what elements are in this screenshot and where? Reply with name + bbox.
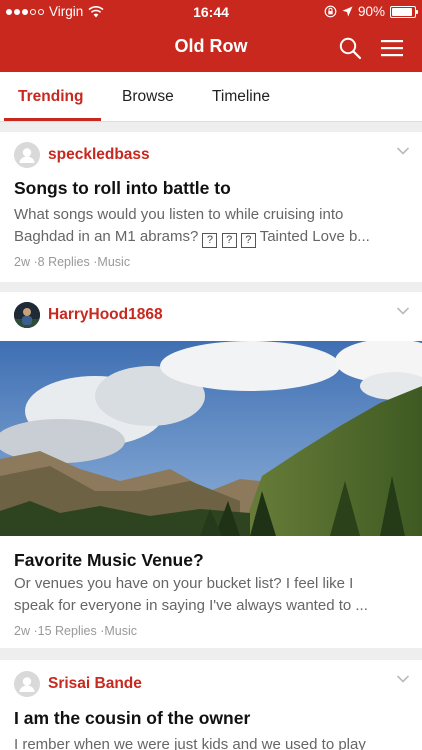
chevron-down-icon[interactable]: [396, 146, 410, 156]
rotation-lock-icon: [324, 5, 337, 18]
missing-glyph-icon: ?: [240, 233, 256, 248]
tab-trending[interactable]: Trending: [18, 72, 83, 122]
tab-timeline[interactable]: Timeline: [212, 72, 270, 122]
chevron-down-icon[interactable]: [396, 306, 410, 316]
tab-bar: Trending Browse Timeline: [0, 72, 422, 122]
post-card[interactable]: speckledbass Songs to roll into battle t…: [0, 132, 422, 282]
excerpt-line: What songs would you listen to while cru…: [14, 206, 344, 223]
avatar: [14, 142, 40, 168]
post-author[interactable]: HarryHood1868: [48, 306, 163, 324]
reply-count: 15 Replies: [37, 624, 97, 638]
active-tab-indicator: [4, 118, 101, 121]
post-age: 2w: [14, 255, 30, 269]
search-icon[interactable]: [338, 36, 362, 60]
post-excerpt: Or venues you have on your bucket list? …: [14, 573, 410, 617]
battery-percent: 90%: [357, 4, 385, 19]
post-age: 2w: [14, 624, 30, 638]
user-photo-icon: [14, 302, 40, 328]
excerpt-line: Baghdad in an M1 abrams? ? ? ? Tainted L…: [14, 226, 410, 248]
status-bar: Virgin 16:44 90%: [0, 0, 422, 24]
post-category[interactable]: Music: [97, 255, 130, 269]
status-right: 90%: [324, 4, 418, 19]
post-image[interactable]: [0, 341, 422, 536]
avatar: [14, 671, 40, 697]
top-bar: Virgin 16:44 90% Old Row: [0, 0, 422, 72]
post-title[interactable]: Songs to roll into battle to: [14, 178, 231, 199]
battery-icon: [390, 5, 418, 18]
post-meta: 2w ·8 Replies ·Music: [14, 255, 130, 269]
excerpt-line: I rember when we were just kids and we u…: [14, 736, 366, 750]
post-card[interactable]: Srisai Bande I am the cousin of the owne…: [0, 660, 422, 750]
post-title[interactable]: I am the cousin of the owner: [14, 708, 250, 729]
post-excerpt: What songs would you listen to while cru…: [14, 204, 410, 248]
reply-count: 8 Replies: [37, 255, 90, 269]
excerpt-text: Tainted Love b...: [259, 228, 370, 245]
post-author[interactable]: Srisai Bande: [48, 675, 142, 693]
default-user-icon: [19, 148, 35, 163]
post-meta: 2w ·15 Replies ·Music: [14, 624, 137, 638]
missing-glyph-icon: ?: [221, 233, 237, 248]
post-excerpt: I rember when we were just kids and we u…: [14, 734, 410, 750]
battery-level: [392, 7, 412, 16]
excerpt-text: Baghdad in an M1 abrams?: [14, 228, 199, 245]
excerpt-line: Or venues you have on your bucket list? …: [14, 575, 354, 592]
post-title[interactable]: Favorite Music Venue?: [14, 550, 204, 571]
post-card[interactable]: HarryHood1868 Favorite Music Venue? Or v…: [0, 292, 422, 648]
excerpt-line: speak for everyone in saying I've always…: [14, 597, 368, 614]
post-author[interactable]: speckledbass: [48, 146, 150, 164]
chevron-down-icon[interactable]: [396, 674, 410, 684]
location-arrow-icon: [342, 6, 353, 17]
avatar: [14, 302, 40, 328]
default-user-icon: [19, 677, 35, 692]
tab-browse[interactable]: Browse: [122, 72, 174, 122]
hamburger-menu-icon[interactable]: [380, 36, 404, 60]
post-category[interactable]: Music: [104, 624, 137, 638]
missing-glyph-icon: ?: [202, 233, 218, 248]
